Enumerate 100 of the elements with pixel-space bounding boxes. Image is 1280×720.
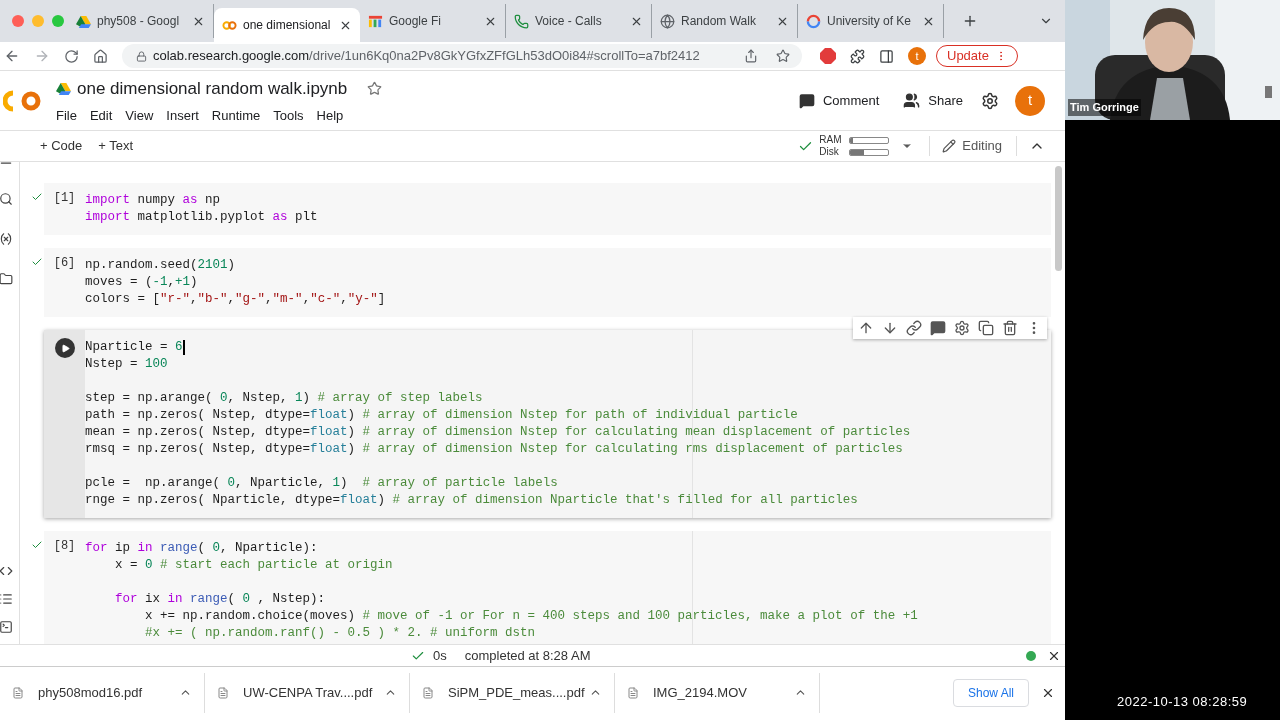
download-item[interactable]: phy508mod16.pdf	[0, 672, 205, 713]
code-line: x += np.random.choice(moves) # move of -1 or For n = 400 steps and 100 particles, make a plot of the +1	[144, 608, 918, 625]
code-line: Nstep = 100	[85, 356, 168, 373]
menu-item[interactable]: Runtime	[211, 105, 261, 125]
lock-icon	[136, 50, 147, 62]
star-icon[interactable]	[367, 81, 383, 97]
execution-count: [6]	[53, 255, 76, 272]
comment-icon[interactable]	[930, 320, 946, 336]
folder-icon[interactable]	[0, 272, 13, 286]
add-text-button[interactable]: + Text	[98, 136, 134, 156]
terminal-icon[interactable]	[0, 620, 13, 634]
people-icon	[903, 92, 921, 109]
copy-icon[interactable]	[978, 320, 994, 336]
bars-logo-icon	[368, 13, 383, 29]
run-time: 0s	[433, 646, 447, 665]
globe-icon	[660, 13, 675, 29]
drive-icon	[56, 81, 71, 97]
reload-icon[interactable]	[64, 48, 79, 64]
command-palette-icon[interactable]	[0, 592, 13, 606]
show-all-button[interactable]: Show All	[952, 678, 1029, 707]
check-icon	[31, 539, 43, 551]
code-cell[interactable]: [6] np.random.seed(2101) moves = (-1,+1) colors = ["r-","b-","g-","m-","c-","y-"]	[44, 248, 1051, 317]
browser-tab[interactable]: Google Fi	[360, 4, 506, 38]
comment-icon	[798, 92, 815, 109]
run-cell-button[interactable]	[54, 338, 75, 358]
ram-meter	[849, 136, 890, 144]
code-line: mean = np.zeros( Nstep, dtype=float) # array of dimension Nstep for calculating mean displacement of particles	[85, 424, 911, 441]
side-panel-icon[interactable]	[879, 48, 894, 64]
execution-count: [1]	[53, 190, 76, 207]
code-line: path = np.zeros( Nstep, dtype=float) # array of dimension Nstep for path of individual particle	[85, 407, 798, 424]
file-icon	[422, 686, 434, 699]
search-icon[interactable]	[0, 192, 13, 206]
download-item[interactable]: SiPM_PDE_meas....pdf	[410, 672, 615, 713]
notebook-title[interactable]: one dimensional random walk.ipynb	[77, 76, 348, 102]
tab-title: Voice - Calls	[535, 13, 603, 30]
browser-tab[interactable]: one dimensional	[214, 8, 360, 42]
ring-logo-icon	[806, 13, 821, 29]
move-down-icon[interactable]	[882, 320, 898, 336]
file-icon	[217, 686, 229, 699]
file-icon	[12, 686, 24, 699]
disk-label: Disk	[819, 146, 840, 158]
participant-name: Tim Gorringe	[1068, 99, 1141, 116]
download-item[interactable]: UW-CENPA Trav....pdf	[205, 672, 410, 713]
timestamp: 2022-10-13 08:28:59	[1117, 692, 1249, 711]
code-cell[interactable]	[44, 531, 1051, 644]
check-icon	[31, 256, 43, 268]
variables-icon[interactable]	[0, 232, 13, 246]
link-icon[interactable]	[906, 320, 922, 336]
code-line: import matplotlib.pyplot as plt	[85, 209, 318, 226]
back-icon[interactable]	[4, 48, 20, 64]
menu-item[interactable]: File	[56, 105, 77, 125]
code-snippets-icon[interactable]	[0, 564, 13, 578]
menu-item[interactable]: View	[125, 105, 154, 125]
address-bar[interactable]: colab.research.google.com/drive/1un6Kq0na2Pv8GkYGfxZFfGLh53dO0i84#scrollTo=a7bf2412	[122, 44, 802, 68]
code-line: import numpy as np	[85, 192, 221, 209]
file-name: phy508mod16.pdf	[38, 683, 144, 702]
share-button[interactable]: Share	[903, 90, 963, 111]
file-name: IMG_2194.MOV	[653, 683, 748, 702]
menu-item[interactable]: Insert	[166, 105, 199, 125]
browser-tab[interactable]: Voice - Calls	[506, 4, 652, 38]
share-page-icon[interactable]	[744, 49, 758, 63]
download-item[interactable]: IMG_2194.MOV	[615, 672, 820, 713]
tab-title: Google Fi	[389, 13, 443, 30]
tab-title: one dimensional	[243, 17, 332, 34]
delete-icon[interactable]	[1002, 320, 1018, 336]
comment-button[interactable]: Comment	[798, 90, 880, 111]
stop-sign-icon[interactable]	[820, 48, 836, 64]
menu-item[interactable]: Help	[316, 105, 344, 125]
code-line: #x += ( np.random.ranf() - 0.5 ) * 2. # uniform dstn	[144, 625, 536, 642]
settings-icon[interactable]	[954, 320, 970, 336]
code-line: Nparticle = 6	[85, 339, 185, 356]
url-text: colab.research.google.com/drive/1un6Kq0na2Pv8GkYGfxZFfGLh53dO0i84#scrollTo=a7bf2412	[153, 47, 701, 66]
extensions-icon[interactable]	[850, 48, 865, 64]
move-up-icon[interactable]	[858, 320, 874, 336]
code-cell[interactable]	[44, 330, 1051, 518]
disk-meter	[849, 148, 890, 156]
tab-title: University of Ke	[827, 13, 913, 30]
new-tab-icon[interactable]	[962, 13, 978, 29]
editing-mode-button[interactable]: Editing	[942, 136, 1002, 156]
code-cell[interactable]: [1] import numpy as np import matplotlib.pyplot as plt	[44, 183, 1051, 235]
browser-tab[interactable]: Random Walk	[652, 4, 798, 38]
code-line: np.random.seed(2101)	[85, 257, 236, 274]
menu-item[interactable]: Edit	[89, 105, 113, 125]
code-line: x = 0 # start each particle at origin	[114, 557, 393, 574]
status-message: completed at 8:28 AM	[464, 646, 591, 665]
phone-icon	[514, 13, 529, 29]
file-name: SiPM_PDE_meas....pdf	[448, 683, 586, 702]
code-line: colors = ["r-","b-","g-","m-","c-","y-"]	[85, 291, 386, 308]
bookmark-star-icon[interactable]	[776, 49, 790, 63]
scrollbar[interactable]	[1055, 166, 1062, 271]
file-icon	[627, 686, 639, 699]
code-line: moves = (-1,+1)	[85, 274, 198, 291]
add-code-button[interactable]: + Code	[40, 136, 83, 156]
home-icon[interactable]	[93, 48, 108, 64]
settings-icon[interactable]	[981, 91, 999, 110]
code-line: for ip in range( 0, Nparticle):	[85, 540, 318, 557]
execution-count: [8]	[53, 538, 76, 555]
file-name: UW-CENPA Trav....pdf	[243, 683, 374, 702]
menu-item[interactable]: Tools	[273, 105, 304, 125]
browser-tab[interactable]: University of Ke	[798, 4, 944, 38]
